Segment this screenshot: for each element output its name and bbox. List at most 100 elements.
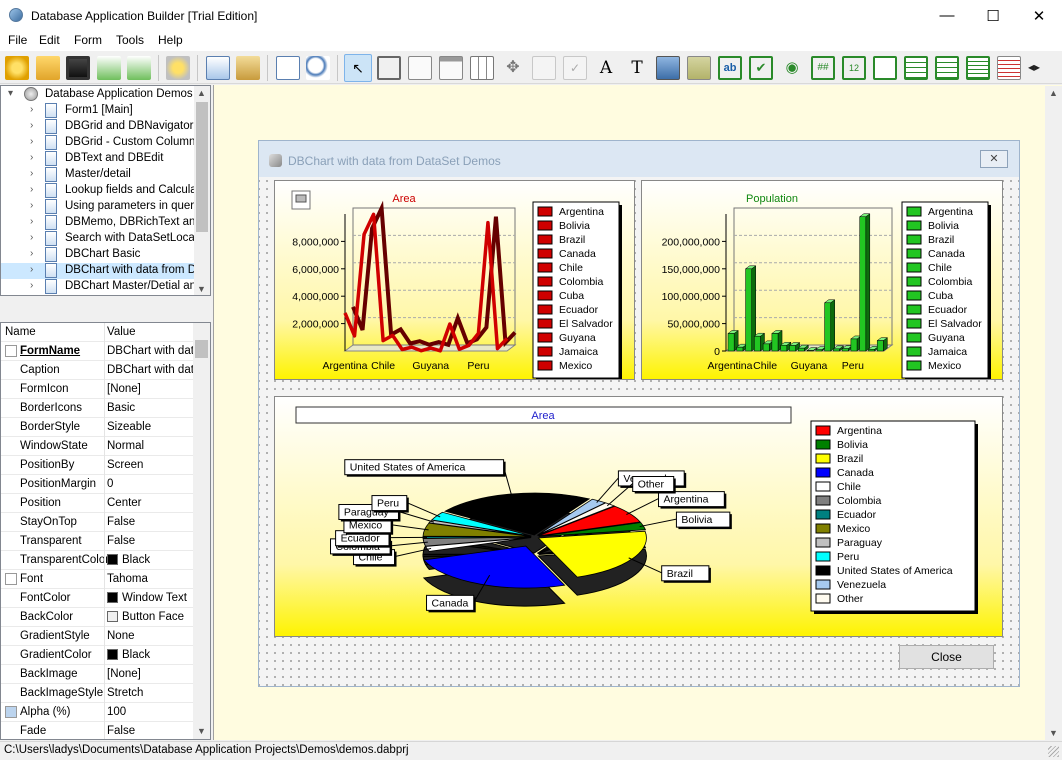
property-value[interactable]: False xyxy=(107,516,193,528)
bitbtn-tool-icon[interactable]: ✓ xyxy=(563,56,587,80)
collapse-icon[interactable]: ▾ xyxy=(8,88,13,99)
edit-tool-icon[interactable]: ab xyxy=(718,56,742,80)
expand-icon[interactable]: › xyxy=(30,184,33,195)
property-row[interactable]: FormIcon [None] xyxy=(1,380,194,399)
property-row[interactable]: WindowState Normal xyxy=(1,437,194,456)
save-icon[interactable] xyxy=(66,56,90,80)
property-row[interactable]: BackImageStyle Stretch xyxy=(1,684,194,703)
checkbox-tool-icon[interactable]: ✔ xyxy=(749,56,773,80)
preview-icon[interactable] xyxy=(306,56,330,80)
menu-form[interactable]: Form xyxy=(74,33,102,47)
memo-tool-icon[interactable] xyxy=(904,56,928,80)
property-value[interactable]: 100 xyxy=(107,706,193,718)
property-value[interactable]: [None] xyxy=(107,668,193,680)
property-value[interactable]: DBChart with dat xyxy=(107,364,193,376)
expand-icon[interactable]: › xyxy=(30,152,33,163)
minimize-button[interactable]: — xyxy=(924,0,970,31)
tree-item[interactable]: › Using parameters in querie xyxy=(1,199,195,215)
property-value[interactable]: None xyxy=(107,630,193,642)
tree-item[interactable]: › DBGrid - Custom Columns xyxy=(1,135,195,151)
property-row[interactable]: Caption DBChart with dat xyxy=(1,361,194,380)
page-tool-icon[interactable] xyxy=(408,56,432,80)
richtext-tool-icon[interactable] xyxy=(966,56,990,80)
tree-scroll-thumb[interactable] xyxy=(196,102,208,232)
tree-item[interactable]: › Lookup fields and Calculate xyxy=(1,183,195,199)
property-value[interactable]: Black xyxy=(107,554,193,566)
expand-icon[interactable]: › xyxy=(30,200,33,211)
property-row[interactable]: GradientColor Black xyxy=(1,646,194,665)
tree-item[interactable]: › DBGrid and DBNavigator xyxy=(1,119,195,135)
scroll-up-icon[interactable]: ▲ xyxy=(197,88,206,98)
datetime-tool-icon[interactable] xyxy=(873,56,897,80)
new-form-icon[interactable] xyxy=(276,56,300,80)
expand-icon[interactable]: › xyxy=(30,216,33,227)
label-tool-icon[interactable]: A xyxy=(594,56,618,80)
expand-icon[interactable]: › xyxy=(30,248,33,259)
property-value[interactable]: Window Text xyxy=(107,592,193,604)
property-row[interactable]: PositionBy Screen xyxy=(1,456,194,475)
property-value[interactable]: False xyxy=(107,725,193,737)
copy-icon[interactable] xyxy=(206,56,230,80)
menu-help[interactable]: Help xyxy=(158,33,183,47)
report-tool-icon[interactable] xyxy=(997,56,1021,80)
toolbar-scroll-icon[interactable]: ◂▸ xyxy=(1028,60,1040,74)
scroll-down-icon[interactable]: ▼ xyxy=(197,726,206,736)
expand-icon[interactable]: › xyxy=(30,136,33,147)
spinedit-tool-icon[interactable]: 12 xyxy=(842,56,866,80)
paste-icon[interactable] xyxy=(236,56,260,80)
property-value[interactable]: Black xyxy=(107,649,193,661)
workspace-scrollbar[interactable] xyxy=(1045,86,1062,740)
property-value[interactable]: False xyxy=(107,535,193,547)
menu-tools[interactable]: Tools xyxy=(116,33,144,47)
resize-grip-icon[interactable] xyxy=(1048,746,1059,757)
property-value[interactable]: Stretch xyxy=(107,687,193,699)
maximize-button[interactable]: ☐ xyxy=(970,0,1016,31)
dbimage-tool-icon[interactable] xyxy=(687,56,711,80)
panel-tool-icon[interactable] xyxy=(377,56,401,80)
form-close-icon[interactable]: ✕ xyxy=(980,150,1008,168)
maskedit-tool-icon[interactable]: ## xyxy=(811,56,835,80)
props-scroll-thumb[interactable] xyxy=(195,340,208,358)
area-line-chart-panel[interactable]: Area 2,000,000 4,000,000 6,000,000 8,000,00… xyxy=(274,180,635,381)
property-row[interactable]: FontColor Window Text xyxy=(1,589,194,608)
build-icon[interactable] xyxy=(166,56,190,80)
area-pie-chart-panel[interactable]: Area Argentina Bolivia Brazil Canada Chile Co… xyxy=(274,396,1003,637)
property-row[interactable]: PositionMargin 0 xyxy=(1,475,194,494)
dbtext-tool-icon[interactable]: T xyxy=(625,56,649,80)
property-value[interactable]: Basic xyxy=(107,402,193,414)
property-value[interactable]: DBChart with dat xyxy=(107,345,193,357)
scroll-up-icon[interactable]: ▲ xyxy=(1049,88,1058,98)
scroll-down-icon[interactable]: ▼ xyxy=(1049,728,1058,738)
close-window-button[interactable]: ✕ xyxy=(1016,0,1062,31)
tree-item[interactable]: › DBChart Master/Detial and xyxy=(1,279,195,295)
property-row[interactable]: Transparent False xyxy=(1,532,194,551)
tree-item[interactable]: › Master/detail xyxy=(1,167,195,183)
property-value[interactable]: Button Face xyxy=(107,611,193,623)
property-row[interactable]: Alpha (%) 100 xyxy=(1,703,194,722)
property-row[interactable]: FormName DBChart with dat xyxy=(1,342,194,361)
listbox-tool-icon[interactable] xyxy=(935,56,959,80)
property-row[interactable]: Fade False xyxy=(1,722,194,739)
expand-icon[interactable]: › xyxy=(30,168,33,179)
property-row[interactable]: BorderIcons Basic xyxy=(1,399,194,418)
property-value[interactable]: [None] xyxy=(107,383,193,395)
property-value[interactable]: 0 xyxy=(107,478,193,490)
close-button[interactable]: Close xyxy=(899,645,994,669)
new-project-icon[interactable] xyxy=(5,56,29,80)
property-row[interactable]: TransparentColor Black xyxy=(1,551,194,570)
menu-file[interactable]: File xyxy=(8,33,27,47)
property-row[interactable]: BackColor Button Face xyxy=(1,608,194,627)
expand-icon[interactable]: › xyxy=(30,280,33,291)
menu-edit[interactable]: Edit xyxy=(39,33,60,47)
pointer-tool-icon[interactable]: ↖ xyxy=(344,54,372,82)
property-row[interactable]: Position Center xyxy=(1,494,194,513)
property-row[interactable]: Font Tahoma xyxy=(1,570,194,589)
property-value[interactable]: Screen xyxy=(107,459,193,471)
population-bar-chart-panel[interactable]: Population 0 50,000,000 100,000,000 150,000… xyxy=(641,180,1003,381)
open-folder-icon[interactable] xyxy=(36,56,60,80)
tree-item[interactable]: › Search with DataSetLocate xyxy=(1,231,195,247)
header-tool-icon[interactable] xyxy=(439,56,463,80)
property-row[interactable]: BorderStyle Sizeable xyxy=(1,418,194,437)
tree-item[interactable]: › DBChart with data from Da xyxy=(1,263,195,279)
panel-splitter[interactable] xyxy=(0,296,211,322)
